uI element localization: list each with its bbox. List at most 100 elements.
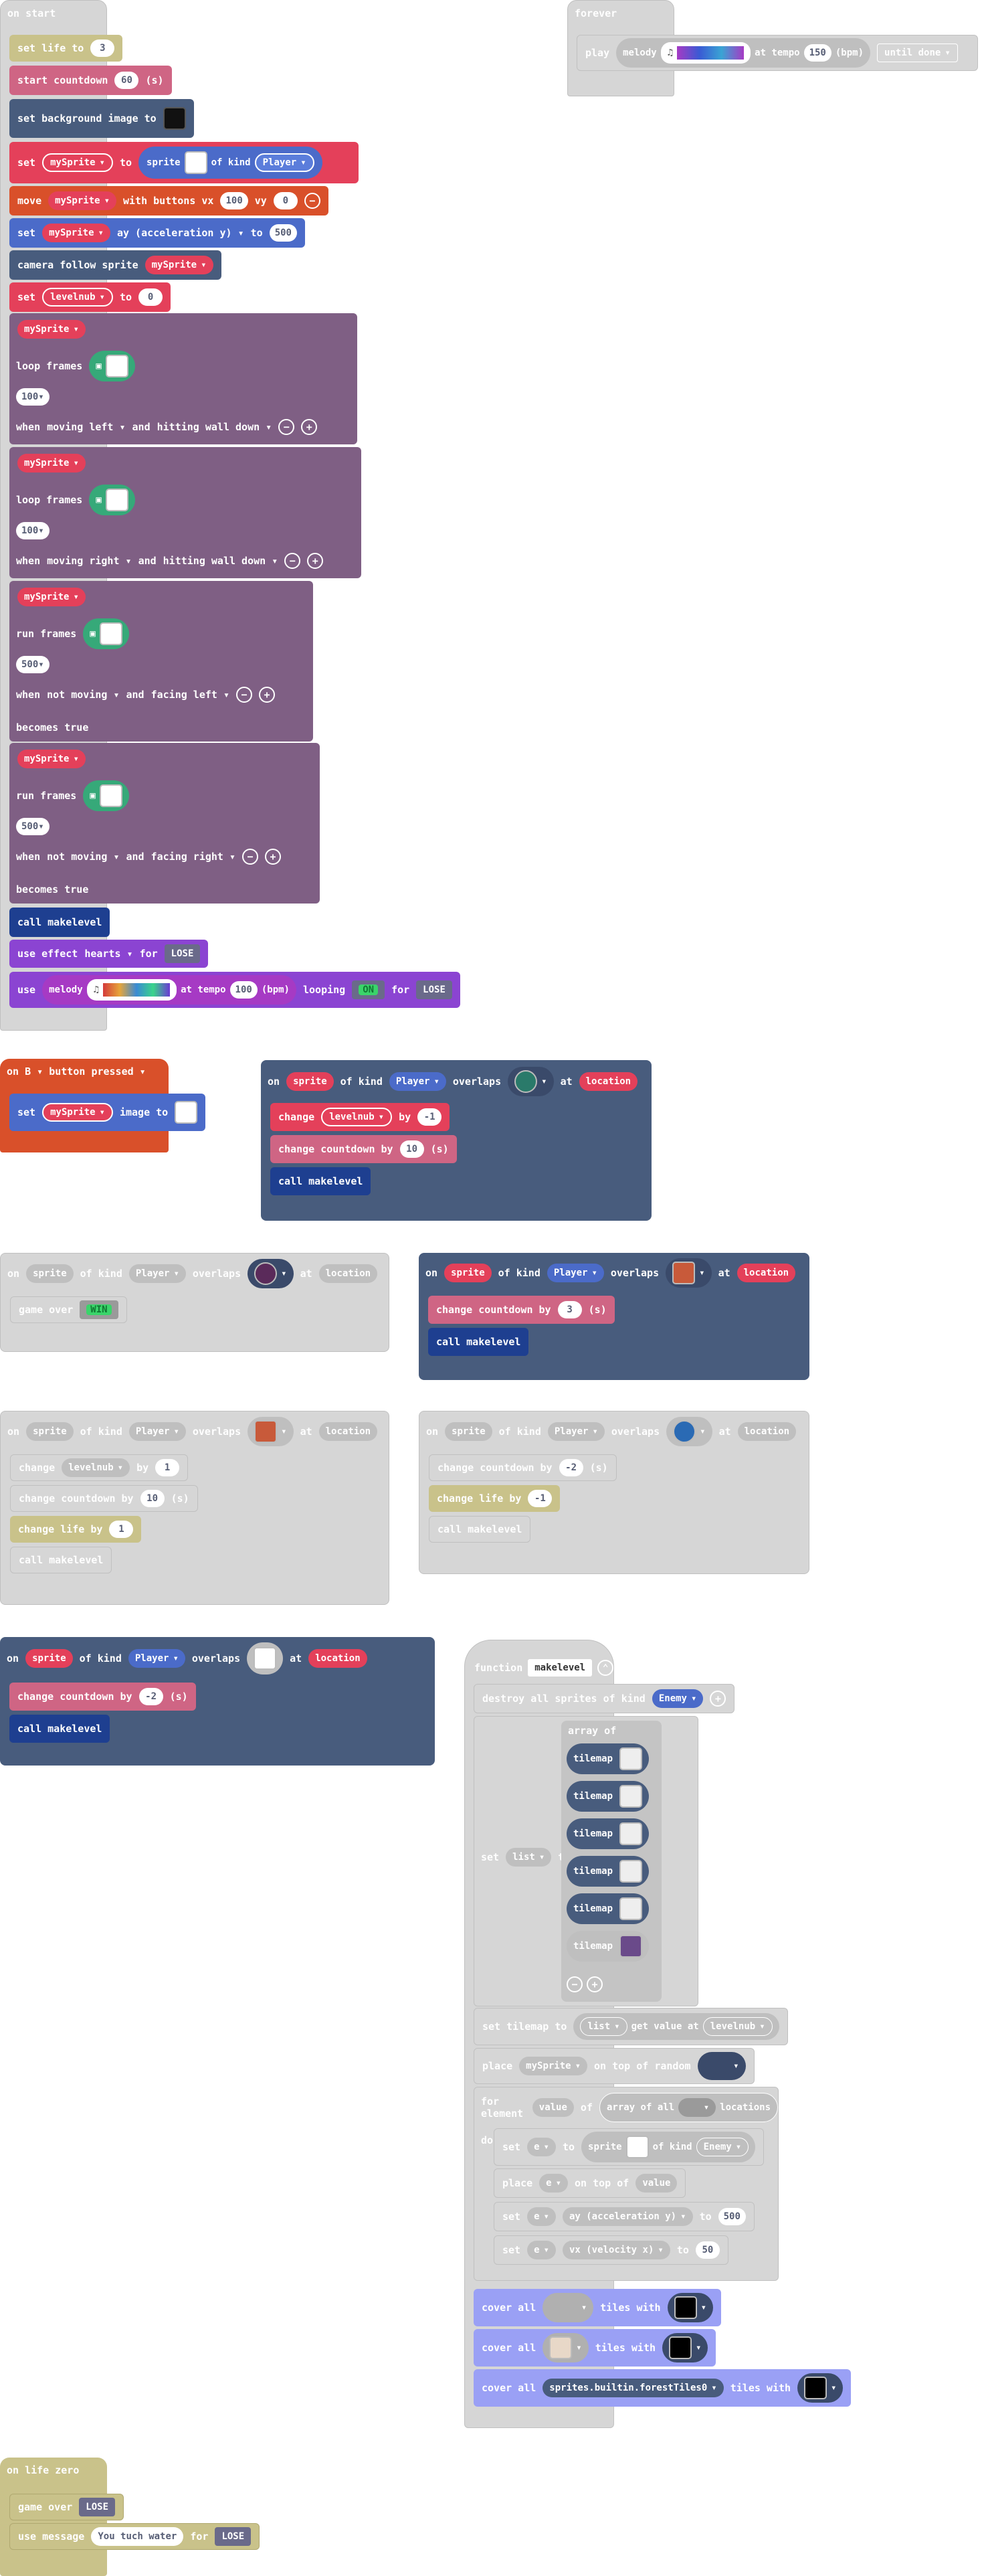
kind-dropdown[interactable]: Player bbox=[128, 1422, 186, 1441]
vy-value[interactable]: 0 bbox=[273, 192, 298, 209]
location-reporter[interactable]: location bbox=[318, 1264, 378, 1283]
tile-picker[interactable]: ▾ bbox=[697, 2052, 746, 2080]
move-sprite-dropdown[interactable]: mySprite bbox=[48, 191, 116, 210]
animation-frames-picker[interactable]: ▣ bbox=[89, 485, 135, 515]
life-change-value[interactable]: -1 bbox=[528, 1490, 553, 1507]
condition-2-dropdown[interactable]: hitting wall down bbox=[157, 421, 272, 433]
tile-picker[interactable]: ▾ bbox=[508, 1067, 554, 1096]
tempo-value[interactable]: 100 bbox=[229, 981, 258, 999]
minus-icon[interactable]: − bbox=[278, 419, 295, 435]
plus-icon[interactable]: + bbox=[307, 553, 324, 569]
enemy-kind-dropdown[interactable]: Enemy bbox=[696, 2138, 749, 2156]
list-variable-dropdown[interactable]: list bbox=[506, 1848, 552, 1867]
game-over-block[interactable]: game over LOSE bbox=[9, 2494, 124, 2520]
countdown-change-value[interactable]: 10 bbox=[399, 1140, 424, 1158]
accel-sprite-dropdown[interactable]: mySprite bbox=[42, 224, 110, 242]
sprite-image-thumbnail[interactable] bbox=[184, 151, 207, 174]
countdown-value[interactable]: 60 bbox=[114, 72, 139, 89]
array-of-reporter[interactable]: array of tilemap tilemap tilemap tilemap… bbox=[561, 1721, 662, 2002]
index-dropdown[interactable]: levelnub bbox=[702, 2017, 773, 2036]
change-countdown-block[interactable]: change countdown by 10 (s) bbox=[270, 1135, 457, 1163]
animation-block-1[interactable]: mySprite loop frames ▣ 100 when moving l… bbox=[9, 313, 357, 444]
function-name-field[interactable]: makelevel bbox=[528, 1659, 593, 1677]
sprite-reporter[interactable]: sprite bbox=[444, 1264, 492, 1282]
kind-dropdown[interactable]: Player bbox=[547, 1422, 605, 1441]
ay-value[interactable]: 500 bbox=[718, 2208, 746, 2225]
overlaps-block-6[interactable]: on sprite of kind Player overlaps at loc… bbox=[0, 1637, 435, 1766]
sprite-variable-dropdown[interactable]: mySprite bbox=[42, 153, 113, 172]
call-makelevel-block[interactable]: call makelevel bbox=[9, 908, 110, 937]
melody-reporter[interactable]: melody ♫ at tempo 100 (bpm) bbox=[42, 975, 296, 1005]
tile-name-dropdown[interactable]: sprites.builtin.forestTiles0 bbox=[543, 2379, 724, 2397]
use-effect-block[interactable]: use effect hearts for LOSE bbox=[9, 940, 209, 968]
life-change-value[interactable]: 1 bbox=[109, 1521, 134, 1538]
replacement-tile-picker[interactable]: ▾ bbox=[662, 2333, 708, 2363]
location-reporter[interactable]: location bbox=[737, 1264, 796, 1282]
levelnub-dropdown[interactable]: levelnub bbox=[42, 288, 113, 307]
change-countdown-block[interactable]: change countdown by 10 (s) bbox=[10, 1485, 198, 1512]
minus-icon[interactable]: − bbox=[567, 1976, 583, 1992]
kind-dropdown[interactable]: Player bbox=[254, 153, 314, 172]
call-makelevel-block[interactable]: call makelevel bbox=[9, 1715, 110, 1743]
sprite-image-picker[interactable] bbox=[247, 1642, 284, 1675]
place-sprite-dropdown[interactable]: mySprite bbox=[519, 2057, 588, 2075]
set-tilemap-block[interactable]: set tilemap to list get value at levelnu… bbox=[474, 2008, 788, 2045]
levelnub-dropdown[interactable]: levelnub bbox=[321, 1108, 393, 1126]
sprite-of-kind-reporter[interactable]: sprite of kind Player bbox=[138, 147, 322, 179]
move-with-buttons-block[interactable]: move mySprite with buttons vx 100 vy 0 − bbox=[9, 186, 328, 216]
animation-block-2[interactable]: mySprite loop frames ▣ 100 when moving r… bbox=[9, 447, 361, 578]
game-over-block[interactable]: game over WIN bbox=[10, 1296, 127, 1323]
overlaps-block-5-disabled[interactable]: on sprite of kind Player overlaps ▾ at l… bbox=[419, 1411, 809, 1574]
kind-dropdown[interactable]: Player bbox=[389, 1072, 446, 1091]
location-reporter[interactable]: location bbox=[318, 1422, 378, 1441]
call-makelevel-block[interactable]: call makelevel bbox=[270, 1167, 371, 1195]
overlaps-block-2-disabled[interactable]: on sprite of kind Player overlaps ▾ at l… bbox=[0, 1253, 389, 1352]
background-image-thumbnail[interactable] bbox=[163, 107, 186, 130]
countdown-change-value[interactable]: -2 bbox=[138, 1688, 163, 1705]
overlaps-block-3[interactable]: on sprite of kind Player overlaps ▾ at l… bbox=[419, 1253, 809, 1380]
tilemap-3[interactable]: tilemap bbox=[567, 1818, 650, 1849]
tilemap-5[interactable]: tilemap bbox=[567, 1893, 650, 1924]
tilemap-1[interactable]: tilemap bbox=[567, 1743, 650, 1774]
tile-picker[interactable]: ▾ bbox=[543, 2333, 589, 2363]
interval-dropdown[interactable]: 100 bbox=[16, 388, 50, 406]
message-field[interactable]: You tuch water bbox=[91, 2527, 184, 2546]
plus-icon[interactable]: + bbox=[710, 1691, 726, 1707]
change-life-block[interactable]: change life by -1 bbox=[429, 1485, 561, 1512]
property-dropdown[interactable]: vx (velocity x) bbox=[562, 2241, 670, 2259]
kind-dropdown[interactable]: Player bbox=[128, 1264, 186, 1283]
play-melody-block[interactable]: play melody ♫ at tempo 150 (bpm) until d… bbox=[577, 35, 978, 71]
vx-value[interactable]: 50 bbox=[695, 2241, 720, 2259]
anim-sprite-dropdown[interactable]: mySprite bbox=[17, 588, 86, 606]
replacement-tile-picker[interactable]: ▾ bbox=[797, 2373, 844, 2403]
plus-icon[interactable]: + bbox=[587, 1976, 603, 1992]
condition-1-dropdown[interactable]: moving right bbox=[47, 555, 131, 567]
collapse-icon[interactable]: ⌃ bbox=[597, 1660, 614, 1676]
condition-1-dropdown[interactable]: moving left bbox=[47, 421, 125, 433]
lose-outcome-badge[interactable]: LOSE bbox=[164, 944, 201, 963]
animation-block-4[interactable]: mySprite run frames ▣ 500 when not movin… bbox=[9, 743, 320, 904]
set-ay-block[interactable]: set e ay (acceleration y) to 500 bbox=[494, 2202, 755, 2231]
overlaps-block-1[interactable]: on sprite of kind Player overlaps ▾ at l… bbox=[261, 1060, 652, 1221]
melody-reporter[interactable]: melody ♫ at tempo 150 (bpm) bbox=[616, 38, 871, 68]
call-makelevel-block[interactable]: call makelevel bbox=[10, 1547, 112, 1573]
anim-sprite-dropdown[interactable]: mySprite bbox=[17, 320, 86, 339]
levelnub-value[interactable]: 0 bbox=[138, 288, 163, 306]
tilemap-2[interactable]: tilemap bbox=[567, 1781, 650, 1812]
minus-icon[interactable]: − bbox=[284, 553, 301, 569]
location-reporter[interactable]: location bbox=[308, 1649, 367, 1668]
set-life-block[interactable]: set life to 3 bbox=[9, 35, 123, 62]
change-countdown-block[interactable]: change countdown by -2 (s) bbox=[9, 1683, 196, 1711]
interval-dropdown[interactable]: 500 bbox=[16, 656, 50, 673]
countdown-change-value[interactable]: 3 bbox=[557, 1301, 582, 1318]
tile-picker[interactable]: ▾ bbox=[248, 1417, 294, 1446]
camera-follow-block[interactable]: camera follow sprite mySprite bbox=[9, 250, 221, 280]
place-on-top-block[interactable]: place e on top of value bbox=[494, 2168, 686, 2198]
effect-dropdown[interactable]: hearts bbox=[84, 948, 132, 960]
condition-1-dropdown[interactable]: not moving bbox=[47, 689, 119, 701]
tempo-value[interactable]: 150 bbox=[803, 44, 831, 62]
kind-dropdown[interactable]: Player bbox=[128, 1649, 185, 1668]
element-variable[interactable]: value bbox=[532, 2098, 574, 2117]
condition-2-dropdown[interactable]: facing right bbox=[151, 851, 235, 863]
anim-sprite-dropdown[interactable]: mySprite bbox=[17, 750, 86, 768]
